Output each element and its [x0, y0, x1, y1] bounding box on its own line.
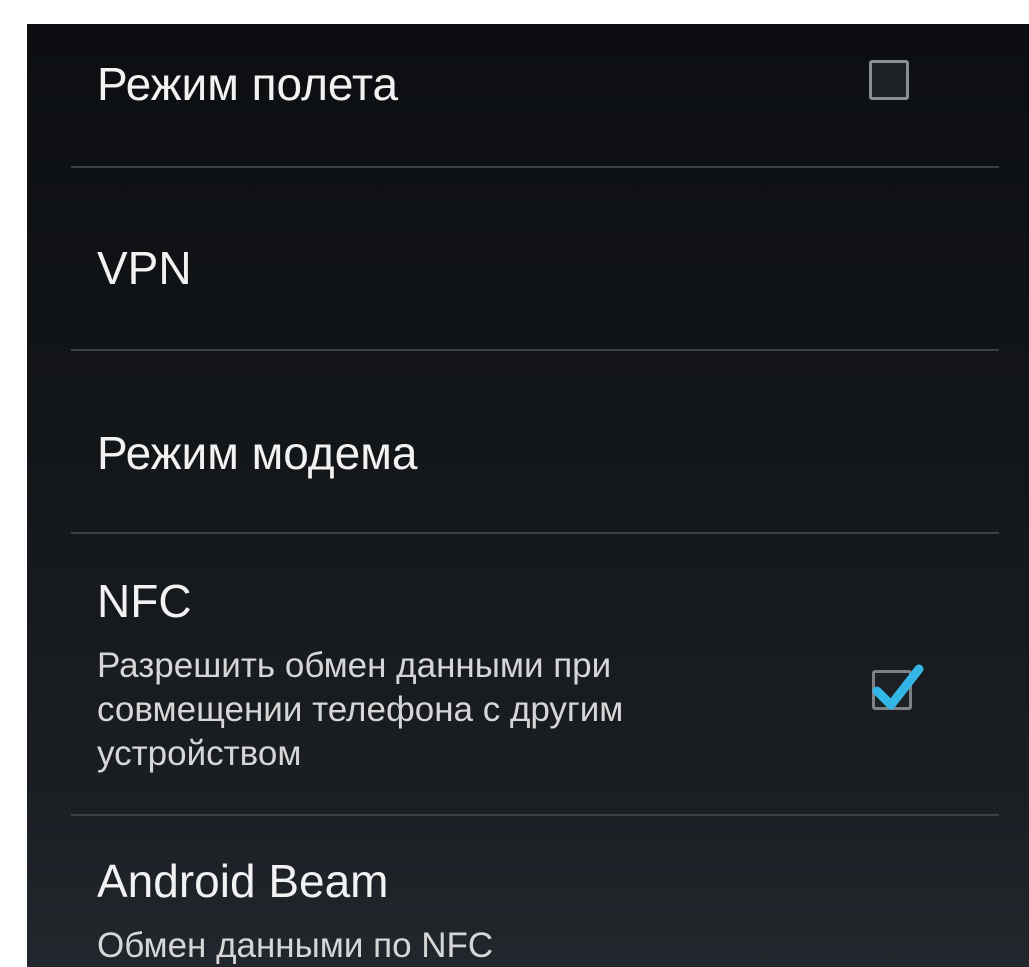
setting-title-vpn: VPN — [97, 242, 192, 294]
setting-airplane-mode[interactable]: Режим полета — [27, 24, 1029, 166]
setting-summary-android-beam: Обмен данными по NFC — [97, 926, 494, 965]
setting-title-nfc: NFC — [97, 575, 192, 627]
setting-title-android-beam: Android Beam — [97, 855, 389, 907]
setting-title-airplane-mode: Режим полета — [97, 58, 399, 110]
setting-title-tethering: Режим модема — [97, 427, 418, 479]
nfc-checkbox[interactable] — [872, 664, 924, 710]
setting-vpn[interactable]: VPN — [27, 168, 1029, 349]
airplane-mode-checkbox[interactable] — [869, 60, 909, 100]
check-icon — [872, 664, 924, 710]
setting-tethering[interactable]: Режим модема — [27, 351, 1029, 532]
setting-android-beam[interactable]: Android Beam Обмен данными по NFC — [27, 816, 1029, 967]
wireless-settings-list: Режим полета VPN Режим модема NFC Разреш… — [27, 24, 1029, 967]
setting-nfc[interactable]: NFC Разрешить обмен данными при совмещен… — [27, 534, 1029, 814]
setting-summary-nfc: Разрешить обмен данными при совмещении т… — [97, 646, 624, 773]
